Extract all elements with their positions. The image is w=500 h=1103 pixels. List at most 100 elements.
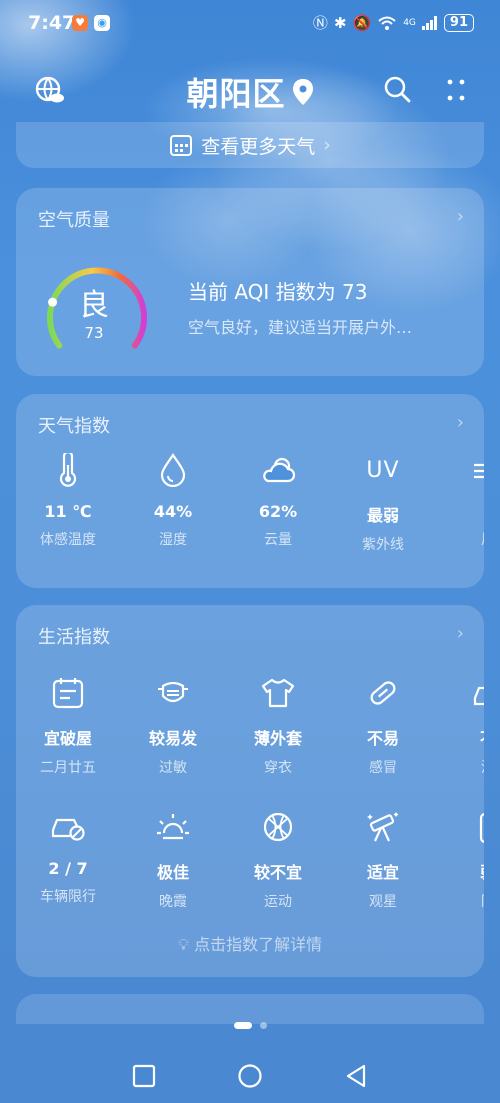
index-item-wind[interactable]: 1 风 <box>436 452 484 549</box>
next-card-peek <box>16 994 484 1024</box>
battery-indicator: 91 <box>443 13 474 32</box>
card-title: 生活指数 <box>38 627 110 648</box>
life-value: 适宜 <box>366 863 399 882</box>
triangle-back-icon <box>346 1064 366 1088</box>
network-type: 4G <box>403 17 416 28</box>
more-options-button[interactable] <box>438 72 474 108</box>
aqi-advice: 空气良好，建议适当开展户外… <box>188 318 413 337</box>
status-time: 7:47 <box>28 12 76 34</box>
index-value: 62% <box>258 502 298 521</box>
city-name: 朝阳区 <box>186 75 286 113</box>
life-label: 车辆限行 <box>40 889 96 905</box>
signal-icon <box>421 15 437 30</box>
page-dot-active <box>233 1022 252 1029</box>
app-header: 朝阳区 <box>0 60 500 120</box>
life-value: 薄外套 <box>253 729 302 748</box>
mask-icon <box>158 681 188 703</box>
page-indicator <box>0 1022 500 1029</box>
thermometer-icon <box>59 453 77 487</box>
life-label: 晚霞 <box>159 894 187 910</box>
page-dot <box>259 1022 267 1029</box>
bluetooth-icon: ✱ <box>333 13 347 32</box>
index-value: 1 <box>436 502 484 521</box>
more-weather-label: 查看更多天气 <box>201 135 316 158</box>
search-icon <box>384 76 411 103</box>
life-item-sunscreen[interactable]: 弱 防 <box>436 809 484 911</box>
life-value: 较易发 <box>148 729 197 748</box>
life-value: 宜破屋 <box>43 729 92 748</box>
life-item-clothing[interactable]: 薄外套 穿衣 <box>226 675 330 777</box>
life-item-cold[interactable]: 不易 感冒 <box>331 675 435 777</box>
index-label: 风 <box>436 529 484 549</box>
life-value: 极佳 <box>156 863 189 882</box>
circle-home-icon <box>238 1064 262 1088</box>
humidity-drop-icon <box>160 453 186 487</box>
index-value: 最弱 <box>366 506 399 525</box>
life-value: 不 <box>436 725 484 749</box>
life-value: 2 / 7 <box>48 859 88 878</box>
chevron-right-icon[interactable]: › <box>457 412 464 433</box>
calendar-grid-icon <box>170 135 193 156</box>
life-label: 洗 <box>436 757 484 777</box>
search-button[interactable] <box>380 72 416 108</box>
chevron-right-icon[interactable]: › <box>457 623 464 644</box>
life-label: 过敏 <box>159 760 187 776</box>
life-label: 感冒 <box>369 760 397 776</box>
index-item-cloud[interactable]: 62% 云量 <box>226 452 330 549</box>
recents-button[interactable] <box>128 1060 160 1092</box>
car-wash-icon <box>473 686 484 706</box>
nfc-icon: Ⓝ <box>312 14 328 32</box>
life-label: 防 <box>436 891 484 911</box>
life-index-card: 生活指数 › 宜破屋 二月廿五 较易发 过敏 薄外套 穿衣 不易 感冒 2 / … <box>16 605 484 977</box>
aqi-headline: 当前 AQI 指数为 73 <box>188 280 368 304</box>
life-label: 观星 <box>369 894 397 910</box>
mute-icon: 🔕 <box>352 13 372 32</box>
life-item-allergy[interactable]: 较易发 过敏 <box>121 675 225 777</box>
card-title: 天气指数 <box>38 416 110 437</box>
life-value: 弱 <box>436 859 484 883</box>
shirt-icon <box>261 678 295 708</box>
square-recents-icon <box>132 1064 156 1088</box>
life-item-sport[interactable]: 较不宜 运动 <box>226 809 330 911</box>
detail-hint: 💡︎ 点击指数了解详情 <box>16 931 484 955</box>
card-title: 空气质量 <box>38 210 110 231</box>
air-quality-card[interactable]: 空气质量 › 良 73 当前 AQI 指数为 73 空气良好，建议适当开展户外… <box>16 188 484 376</box>
more-weather-link[interactable]: 查看更多天气 › <box>16 122 484 168</box>
life-item-stargazing[interactable]: 适宜 观星 <box>331 809 435 911</box>
wifi-icon <box>378 16 396 30</box>
life-value: 不易 <box>366 729 399 748</box>
life-item-car-wash[interactable]: 不 洗 <box>436 675 484 777</box>
life-value: 较不宜 <box>253 863 302 882</box>
index-item-humidity[interactable]: 44% 湿度 <box>121 452 225 549</box>
chevron-right-icon: › <box>323 134 331 156</box>
index-label: 紫外线 <box>362 537 404 553</box>
aqi-level: 良 <box>79 288 109 323</box>
chevron-right-icon: › <box>456 206 464 227</box>
index-item-uv[interactable]: UV 最弱 紫外线 <box>331 452 435 554</box>
calendar-icon <box>52 678 84 709</box>
sunscreen-icon <box>479 813 484 843</box>
life-label: 运动 <box>264 894 292 910</box>
cloud-icon <box>263 457 296 483</box>
index-value: 11 ℃ <box>44 502 92 521</box>
more-dots-icon <box>447 79 465 101</box>
life-item-almanac[interactable]: 宜破屋 二月廿五 <box>16 675 120 777</box>
telescope-icon <box>367 812 399 842</box>
index-label: 云量 <box>264 532 292 548</box>
life-item-sunset-glow[interactable]: 极佳 晚霞 <box>121 809 225 911</box>
sunset-icon <box>157 814 189 840</box>
life-label: 穿衣 <box>264 760 292 776</box>
home-button[interactable] <box>234 1060 266 1092</box>
life-item-traffic-restriction[interactable]: 2 / 7 车辆限行 <box>16 809 120 906</box>
uv-icon: UV <box>366 457 400 483</box>
lightbulb-icon: 💡︎ <box>177 935 190 954</box>
index-label: 体感温度 <box>40 532 96 548</box>
back-button[interactable] <box>340 1060 372 1092</box>
life-label: 二月廿五 <box>40 760 96 776</box>
index-label: 湿度 <box>159 532 187 548</box>
app-notification-icon: ◉ <box>94 15 110 31</box>
hint-text: 点击指数了解详情 <box>194 935 323 954</box>
pill-icon <box>370 681 396 705</box>
location-pin-icon <box>292 79 313 105</box>
index-item-feels-like[interactable]: 11 ℃ 体感温度 <box>16 452 120 549</box>
